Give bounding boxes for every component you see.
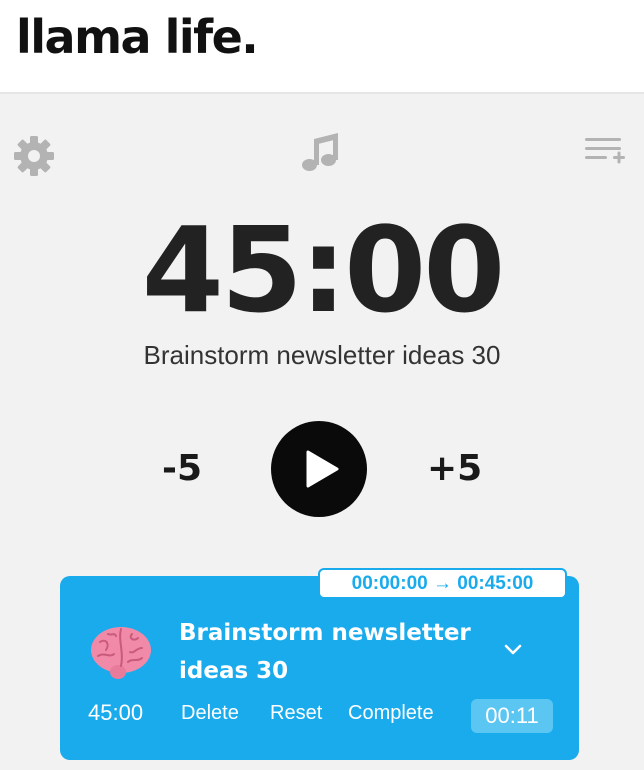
play-button[interactable] bbox=[271, 421, 367, 517]
app-logo: llama life. bbox=[16, 10, 259, 64]
add-list-icon[interactable] bbox=[583, 134, 627, 170]
task-card-title: Brainstorm newsletter ideas 30 bbox=[179, 620, 471, 684]
timer-display: 45:00 bbox=[141, 201, 506, 339]
delete-button[interactable]: Delete bbox=[181, 702, 239, 725]
brain-icon bbox=[91, 627, 151, 679]
increase-time-button[interactable]: +5 bbox=[427, 448, 482, 489]
reset-button[interactable]: Reset bbox=[270, 702, 322, 725]
current-task-title: Brainstorm newsletter ideas 30 bbox=[143, 340, 501, 370]
time-range-badge: 00:00:00 → 00:45:00 bbox=[318, 568, 567, 599]
chevron-down-icon[interactable] bbox=[503, 643, 523, 657]
play-icon bbox=[306, 450, 339, 488]
gear-icon[interactable] bbox=[12, 134, 56, 178]
app-header: llama life. bbox=[0, 0, 644, 94]
decrease-time-button[interactable]: -5 bbox=[162, 448, 202, 489]
music-note-icon[interactable] bbox=[297, 130, 343, 176]
complete-button[interactable]: Complete bbox=[348, 702, 434, 725]
elapsed-time-badge: 00:11 bbox=[471, 699, 553, 733]
task-duration: 45:00 bbox=[88, 700, 144, 725]
